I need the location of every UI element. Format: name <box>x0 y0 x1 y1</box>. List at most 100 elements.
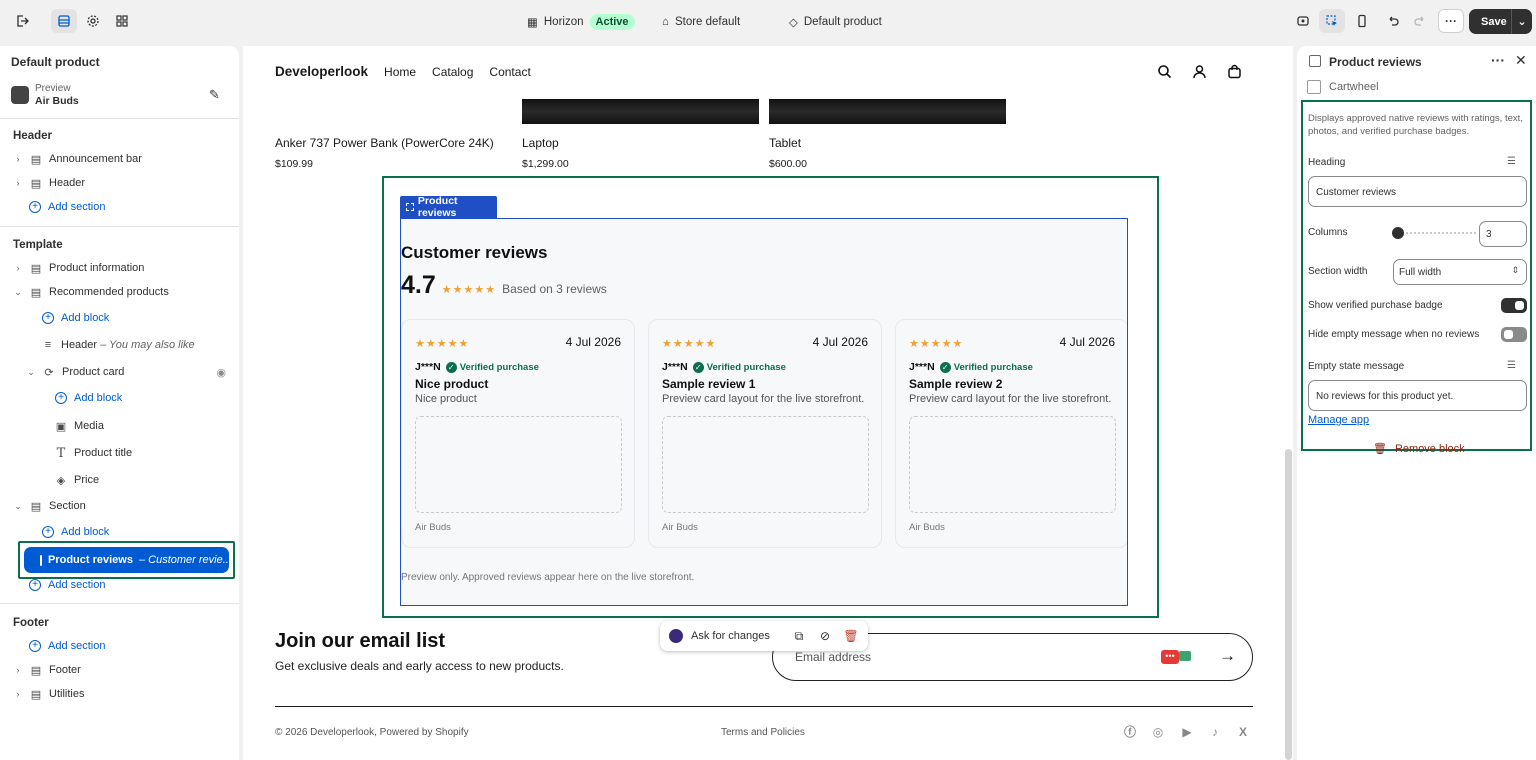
add-section-template[interactable]: + Add section <box>29 574 105 596</box>
settings-gear-icon[interactable] <box>80 9 106 33</box>
terms-link[interactable]: Terms and Policies <box>721 727 805 738</box>
section-width-select[interactable]: Full width ⇕ <box>1393 259 1527 285</box>
store-logo[interactable]: Developerlook <box>275 64 368 79</box>
dynamic-source-icon[interactable]: ☰ <box>1507 156 1516 167</box>
sidebar-item-price[interactable]: ◈ Price <box>55 469 99 491</box>
sidebar-item-header[interactable]: › ▤ Header <box>13 172 86 194</box>
chevron-right-icon[interactable]: › <box>13 665 23 675</box>
close-icon[interactable]: ✕ <box>1515 52 1527 69</box>
store-selector[interactable]: ⌂ Store default <box>662 0 740 43</box>
sidebar-item-product-reviews[interactable]: Product reviews – Customer revie... <box>24 547 229 573</box>
nav-home[interactable]: Home <box>384 65 416 79</box>
cart-bag-icon[interactable] <box>1227 64 1242 82</box>
submit-arrow-icon[interactable]: → <box>1219 646 1236 666</box>
add-circle-icon: + <box>42 526 54 538</box>
sidebar-item-header-block[interactable]: ≡ Header – You may also like <box>42 334 195 356</box>
nav-catalog[interactable]: Catalog <box>432 65 473 79</box>
apps-icon[interactable] <box>109 9 135 33</box>
mobile-preview-icon[interactable] <box>1349 9 1375 33</box>
search-icon[interactable] <box>1157 64 1172 82</box>
chevron-down-icon[interactable]: ⌄ <box>26 367 36 378</box>
sidebar-item-product-card[interactable]: ⌄ ⟳ Product card ◉ <box>26 361 226 383</box>
select-cursor-icon[interactable] <box>1319 9 1345 33</box>
add-circle-icon: + <box>29 579 41 591</box>
app-logo-icon <box>1307 80 1321 94</box>
undo-icon[interactable] <box>1380 9 1406 33</box>
inspector-icon[interactable] <box>1290 9 1316 33</box>
nav-contact[interactable]: Contact <box>489 65 530 79</box>
delete-trash-icon[interactable]: 🗑 <box>838 629 864 643</box>
chevron-down-icon[interactable]: ⌄ <box>13 287 23 298</box>
chevron-right-icon[interactable]: › <box>13 178 23 188</box>
heading-field[interactable]: Customer reviews <box>1308 176 1527 207</box>
sidebar-item-footer[interactable]: › ▤ Footer <box>13 659 81 681</box>
sidebar-item-section[interactable]: ⌄ ▤ Section <box>13 495 85 517</box>
save-button[interactable]: Save ⌄ <box>1469 9 1532 34</box>
tiktok-icon[interactable]: ♪ <box>1207 724 1223 740</box>
product-name[interactable]: Anker 737 Power Bank (PowerCore 24K) <box>275 136 494 150</box>
preview-scrollbar[interactable] <box>1285 449 1292 760</box>
add-block-section[interactable]: + Add block <box>42 521 109 543</box>
copyright: © 2026 Developerlook, Powered by Shopify <box>275 727 469 738</box>
product-image-laptop[interactable] <box>522 99 759 124</box>
verified-badge-toggle[interactable] <box>1501 298 1527 313</box>
exit-icon[interactable] <box>9 9 35 33</box>
columns-slider-handle[interactable] <box>1392 227 1404 239</box>
eye-icon[interactable]: ◉ <box>216 366 226 379</box>
duplicate-icon[interactable]: ⧉ <box>786 629 812 644</box>
sidebar-item-media[interactable]: ▣ Media <box>55 415 104 437</box>
sections-icon[interactable] <box>51 9 77 33</box>
manage-app-link[interactable]: Manage app <box>1308 414 1369 426</box>
save-chevron-down-icon[interactable]: ⌄ <box>1512 15 1532 28</box>
redo-icon[interactable] <box>1407 9 1433 33</box>
x-twitter-icon[interactable]: X <box>1235 724 1251 740</box>
product-image-tablet[interactable] <box>769 99 1006 124</box>
settings-panel: Product reviews ··· ✕ Cartwheel Displays… <box>1297 46 1536 760</box>
sidebar-item-announcement-bar[interactable]: › ▤ Announcement bar <box>13 148 142 170</box>
account-icon[interactable] <box>1192 64 1207 82</box>
sidebar-item-recommended-products[interactable]: ⌄ ▤ Recommended products <box>13 281 169 303</box>
add-section-header[interactable]: + Add section <box>29 196 105 218</box>
chevron-down-icon[interactable]: ⌄ <box>13 501 23 512</box>
theme-selector[interactable]: ▦ Horizon Active <box>527 0 635 43</box>
product-reviews-block[interactable]: Customer reviews 4.7 ★★★★★ Based on 3 re… <box>400 218 1128 606</box>
mail-extension-icon[interactable] <box>1179 651 1191 661</box>
facebook-icon[interactable]: ⓕ <box>1122 724 1138 740</box>
app-block-icon <box>1309 55 1321 67</box>
add-circle-icon: + <box>42 312 54 324</box>
sidebar-item-product-title[interactable]: T Product title <box>55 442 132 464</box>
product-name[interactable]: Laptop <box>522 136 559 150</box>
product-thumbnail <box>11 86 29 104</box>
remove-block-button[interactable]: 🗑 Remove block <box>1373 442 1465 456</box>
hide-empty-toggle[interactable] <box>1501 327 1527 342</box>
preview-product-name: Air Buds <box>35 95 79 107</box>
columns-number-input[interactable]: 3 <box>1479 221 1527 247</box>
empty-state-field[interactable]: No reviews for this product yet. <box>1308 380 1527 411</box>
hide-eye-icon[interactable]: ⊘ <box>812 629 838 643</box>
youtube-icon[interactable]: ▶ <box>1179 724 1195 740</box>
chevron-right-icon[interactable]: › <box>13 154 23 164</box>
dynamic-source-icon[interactable]: ☰ <box>1507 360 1516 371</box>
add-section-footer[interactable]: + Add section <box>29 635 105 657</box>
sidebar-item-utilities[interactable]: › ▤ Utilities <box>13 683 85 705</box>
ask-for-changes-button[interactable]: Ask for changes <box>691 630 786 642</box>
add-block-product-card[interactable]: + Add block <box>55 387 122 409</box>
tag-icon: ◇ <box>789 16 798 29</box>
edit-pencil-icon[interactable]: ✎ <box>209 87 220 103</box>
more-options-icon[interactable]: ··· <box>1438 9 1464 33</box>
columns-slider-track[interactable] <box>1395 232 1476 234</box>
product-name[interactable]: Tablet <box>769 136 801 150</box>
block-label-tab[interactable]: Product reviews <box>400 195 497 219</box>
check-circle-icon: ✓ <box>939 361 951 373</box>
chevron-right-icon[interactable]: › <box>13 263 23 273</box>
chevron-right-icon[interactable]: › <box>13 689 23 699</box>
sidebar-item-product-information[interactable]: › ▤ Product information <box>13 257 145 279</box>
newsletter-subtitle: Get exclusive deals and early access to … <box>275 659 564 673</box>
password-manager-icon[interactable]: ••• <box>1161 650 1179 664</box>
preview-product-picker[interactable]: Preview Air Buds ✎ <box>11 82 231 112</box>
template-selector[interactable]: ◇ Default product <box>789 0 882 43</box>
more-options-icon[interactable]: ··· <box>1491 52 1505 68</box>
trash-icon: 🗑 <box>1373 443 1387 455</box>
add-block-recommended[interactable]: + Add block <box>42 307 109 329</box>
instagram-icon[interactable]: ◎ <box>1150 724 1166 740</box>
